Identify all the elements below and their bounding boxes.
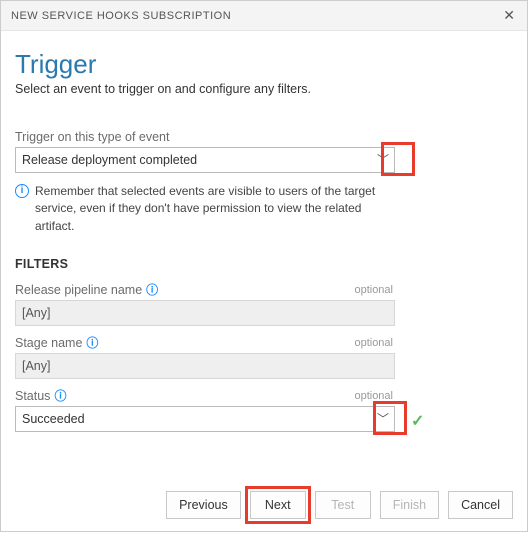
titlebar: NEW SERVICE HOOKS SUBSCRIPTION ✕ — [1, 1, 527, 31]
close-icon[interactable]: ✕ — [499, 5, 519, 26]
field-stage-name: Stage name ⓘ optional [Any] — [15, 336, 513, 379]
trigger-event-value: Release deployment completed — [22, 153, 197, 167]
previous-button[interactable]: Previous — [166, 491, 241, 519]
release-pipeline-select[interactable]: [Any] — [15, 300, 395, 326]
check-icon: ✓ — [411, 411, 424, 431]
field-trigger-event: Trigger on this type of event Release de… — [15, 130, 513, 173]
status-value: Succeeded — [22, 412, 85, 426]
status-label: Status — [15, 389, 50, 403]
status-select-wrap: Succeeded ﹀ — [15, 406, 395, 432]
release-pipeline-value: [Any] — [22, 306, 51, 320]
test-button: Test — [315, 491, 371, 519]
dialog-content: Trigger Select an event to trigger on an… — [1, 31, 527, 432]
trigger-event-label: Trigger on this type of event — [15, 130, 513, 144]
next-button[interactable]: Next — [250, 491, 306, 519]
status-select[interactable]: Succeeded — [15, 406, 395, 432]
stage-name-label: Stage name — [15, 336, 82, 350]
cancel-button[interactable]: Cancel — [448, 491, 513, 519]
field-release-pipeline: Release pipeline name ⓘ optional [Any] — [15, 283, 513, 326]
next-button-wrap: Next — [250, 491, 306, 519]
stage-name-select[interactable]: [Any] — [15, 353, 395, 379]
page-title: Trigger — [15, 49, 513, 80]
info-icon[interactable]: ⓘ — [146, 284, 158, 296]
info-icon[interactable]: ⓘ — [54, 390, 66, 402]
finish-button: Finish — [380, 491, 439, 519]
field-status: Status ⓘ optional Succeeded ﹀ ✓ — [15, 389, 513, 432]
trigger-event-select-wrap: Release deployment completed ﹀ — [15, 147, 395, 173]
stage-name-value: [Any] — [22, 359, 51, 373]
info-note-text: Remember that selected events are visibl… — [35, 183, 395, 235]
page-subtitle: Select an event to trigger on and config… — [15, 82, 513, 96]
info-note: i Remember that selected events are visi… — [15, 183, 395, 235]
dialog-new-service-hooks: NEW SERVICE HOOKS SUBSCRIPTION ✕ Trigger… — [0, 0, 528, 532]
optional-label: optional — [354, 284, 393, 296]
trigger-event-select[interactable]: Release deployment completed — [15, 147, 395, 173]
filters-heading: FILTERS — [15, 257, 513, 271]
optional-label: optional — [354, 390, 393, 402]
stage-name-select-wrap: [Any] — [15, 353, 395, 379]
optional-label: optional — [354, 337, 393, 349]
release-pipeline-label: Release pipeline name — [15, 283, 142, 297]
info-icon: i — [15, 184, 29, 198]
release-pipeline-select-wrap: [Any] — [15, 300, 395, 326]
dialog-title: NEW SERVICE HOOKS SUBSCRIPTION — [11, 10, 231, 22]
info-icon[interactable]: ⓘ — [86, 337, 98, 349]
dialog-button-row: Previous Next Test Finish Cancel — [166, 491, 513, 519]
